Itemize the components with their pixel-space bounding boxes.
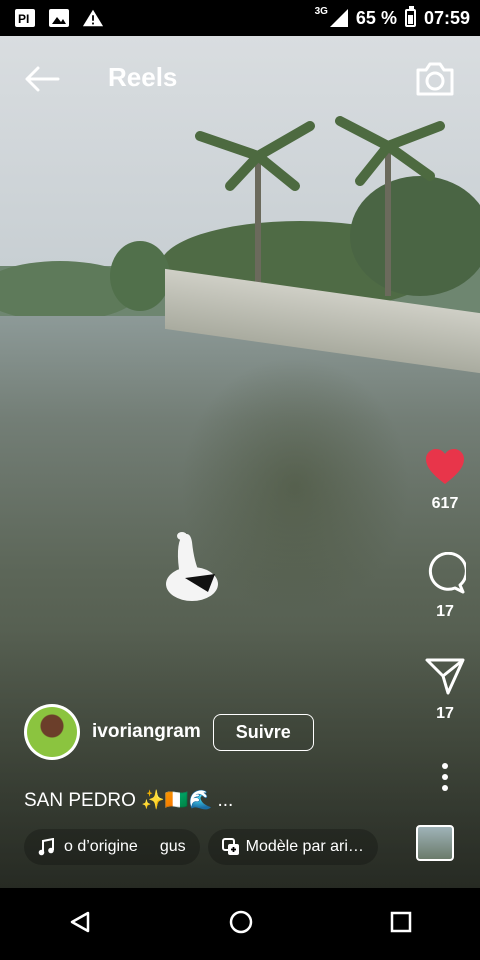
reels-header: Reels xyxy=(0,36,480,122)
comment-icon[interactable] xyxy=(424,551,468,598)
music-note-icon xyxy=(38,838,54,856)
username[interactable]: ivoriangram xyxy=(92,721,201,743)
comment-action[interactable]: 17 xyxy=(410,551,480,621)
share-action[interactable]: 17 xyxy=(410,656,480,723)
warning-icon xyxy=(82,8,104,28)
back-triangle-icon[interactable] xyxy=(68,910,92,939)
page-title: Reels xyxy=(108,62,178,92)
author-row: ivoriangram Suivre xyxy=(24,704,314,760)
image-icon xyxy=(48,8,70,28)
clock: 07:59 xyxy=(423,7,470,28)
comment-count: 17 xyxy=(436,603,454,620)
network-type: 3G xyxy=(314,5,328,17)
template-label: Modèle par ari… xyxy=(245,838,364,855)
heart-icon[interactable] xyxy=(424,449,466,490)
audio-chip[interactable]: o d’origine gus xyxy=(24,829,200,865)
follow-button[interactable]: Suivre xyxy=(212,713,314,751)
svg-text:PI: PI xyxy=(18,12,29,26)
share-count: 17 xyxy=(436,705,454,722)
like-action[interactable]: 617 xyxy=(410,448,480,513)
arrow-left-icon[interactable] xyxy=(22,64,62,94)
video-duck xyxy=(166,532,218,601)
battery-icon xyxy=(404,6,416,27)
recents-square-icon[interactable] xyxy=(390,911,412,938)
battery-percent: 65 % xyxy=(355,7,397,28)
status-bar: PI 3G 65 % 07:59 xyxy=(0,0,480,36)
system-navbar xyxy=(0,888,480,960)
pi-app-icon: PI xyxy=(14,8,36,28)
caption[interactable]: SAN PEDRO ✨🇨🇮🌊 ... xyxy=(24,788,233,812)
signal-icon xyxy=(329,9,348,27)
send-icon[interactable] xyxy=(424,658,466,700)
reel-chips: o d’origine gus Modèle par ari… xyxy=(24,829,378,865)
audio-label-scroll: gus xyxy=(159,838,186,855)
audio-thumbnail[interactable] xyxy=(416,825,454,861)
template-chip[interactable]: Modèle par ari… xyxy=(207,829,378,865)
like-count: 617 xyxy=(431,495,459,512)
avatar[interactable] xyxy=(24,704,80,760)
home-circle-icon[interactable] xyxy=(228,909,254,940)
more-options-icon[interactable] xyxy=(410,762,480,797)
audio-label: o d’origine xyxy=(64,838,138,855)
template-icon xyxy=(221,838,240,856)
camera-icon[interactable] xyxy=(414,58,456,100)
reel-video[interactable] xyxy=(0,36,480,888)
